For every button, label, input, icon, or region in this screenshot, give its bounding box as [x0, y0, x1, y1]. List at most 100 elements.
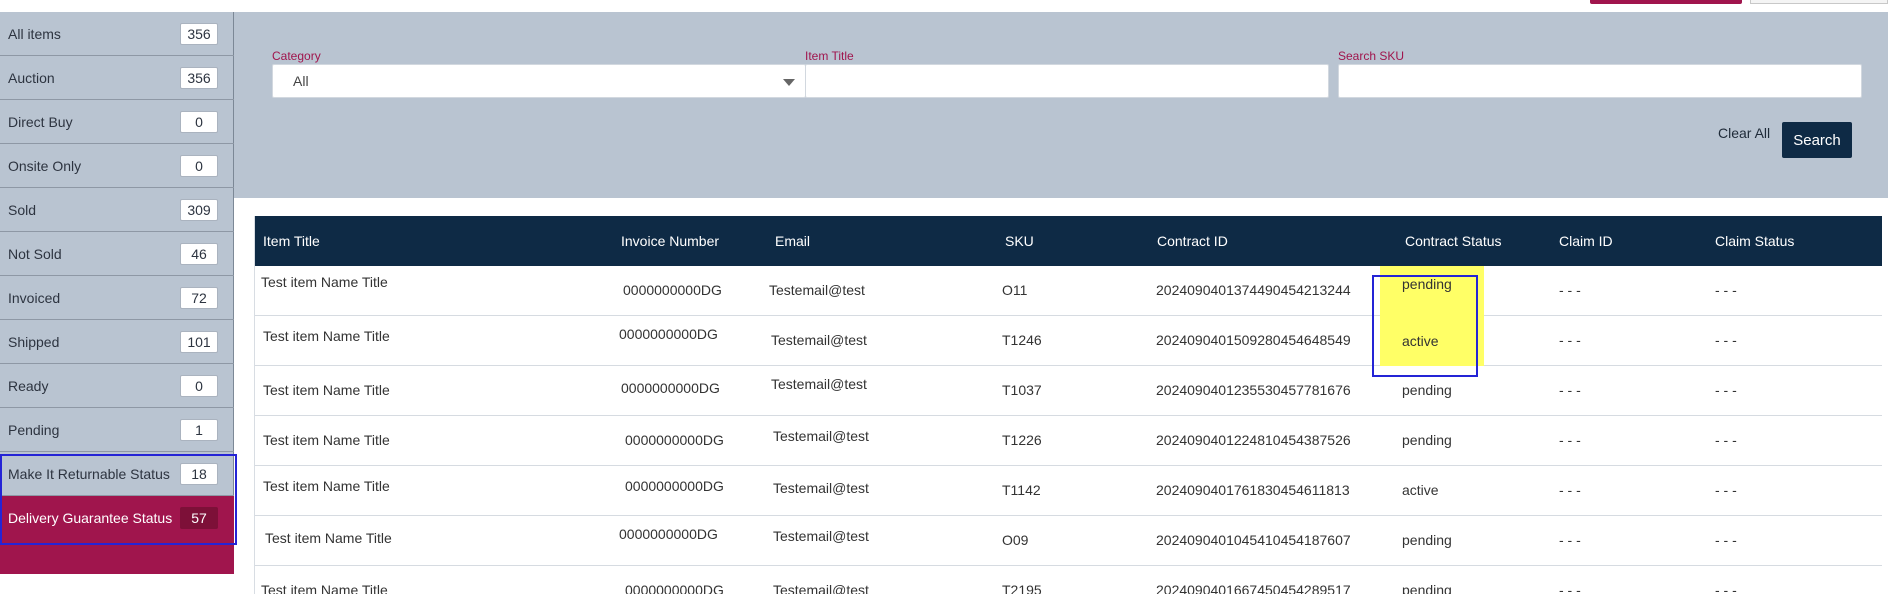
cell-claim-id: - - -: [1559, 282, 1581, 298]
sidebar-item-all-items[interactable]: All items 356: [0, 12, 234, 56]
sidebar-item-label: Pending: [8, 421, 60, 438]
cell-contract-id: 20240904012248104543​87526: [1156, 432, 1351, 448]
column-header[interactable]: Item Title: [263, 216, 320, 266]
cell-title: Test item Name Title: [265, 530, 392, 546]
cell-title: Test item Name Title: [261, 274, 388, 290]
sidebar-item-auction[interactable]: Auction 356: [0, 56, 234, 100]
cell-invoice: 0000000000DG: [625, 478, 724, 494]
sidebar-item-label: Onsite Only: [8, 157, 82, 174]
cell-title: Test item Name Title: [261, 582, 388, 594]
cell-title: Test item Name Title: [263, 382, 390, 398]
column-header[interactable]: Contract ID: [1157, 216, 1228, 266]
sidebar-item-label: Make It Returnable Status: [8, 465, 170, 482]
column-header[interactable]: Invoice Number: [621, 216, 719, 266]
cell-title: Test item Name Title: [263, 432, 390, 448]
sidebar-item-not-sold[interactable]: Not Sold 46: [0, 232, 234, 276]
cell-sku: T1142: [1002, 482, 1041, 498]
count-badge: 57: [180, 506, 218, 529]
chevron-down-icon: [783, 79, 795, 86]
cell-contract-id: 20240904017618304546​11813: [1156, 482, 1350, 498]
count-badge: 18: [180, 462, 218, 485]
cell-sku: T1037: [1002, 382, 1042, 398]
cell-invoice: 0000000000DG: [625, 432, 724, 448]
count-badge: 0: [180, 110, 218, 133]
cell-claim-id: - - -: [1559, 332, 1581, 348]
column-header[interactable]: Contract Status: [1405, 216, 1502, 266]
cell-invoice: 0000000000DG: [619, 326, 718, 342]
cell-contract-status: pending: [1402, 432, 1452, 448]
cell-invoice: 0000000000DG: [621, 380, 720, 396]
sidebar-item-label: Auction: [8, 69, 55, 86]
cell-email: Testemail@test: [773, 428, 869, 444]
column-header[interactable]: SKU: [1005, 216, 1034, 266]
cell-claim-id: - - -: [1559, 532, 1581, 548]
search-sku-label: Search SKU: [1338, 49, 1405, 63]
sidebar-item-ready[interactable]: Ready 0: [0, 364, 234, 408]
sidebar-item-onsite-only[interactable]: Onsite Only 0: [0, 144, 234, 188]
cell-claim-status: - - -: [1715, 482, 1737, 498]
sidebar-item-label: Direct Buy: [8, 113, 73, 130]
search-button[interactable]: Search: [1782, 122, 1852, 158]
sidebar-item-pending[interactable]: Pending 1: [0, 408, 234, 452]
cell-email: Testemail@test: [771, 332, 867, 348]
count-badge: 0: [180, 374, 218, 397]
count-badge: 309: [180, 198, 218, 221]
sidebar-item-label: Shipped: [8, 333, 60, 350]
sidebar-item-label: All items: [8, 25, 61, 42]
column-header[interactable]: Claim Status: [1715, 216, 1794, 266]
filter-panel: Category All Item Title Search SKU Clear…: [234, 12, 1888, 198]
cell-contract-status: pending: [1402, 532, 1452, 548]
column-header[interactable]: Email: [775, 216, 810, 266]
table-row[interactable]: Test item Name Title 0000000000DG Testemai…: [255, 516, 1882, 566]
cell-claim-status: - - -: [1715, 532, 1737, 548]
sidebar-item-shipped[interactable]: Shipped 101: [0, 320, 234, 364]
count-badge: 46: [180, 242, 218, 265]
table-row[interactable]: Test item Name Title 0000000000DG Testemai…: [255, 266, 1882, 316]
cell-title: Test item Name Title: [263, 478, 390, 494]
category-label: Category: [272, 49, 321, 63]
count-badge: 356: [180, 66, 218, 89]
column-header[interactable]: Claim ID: [1559, 216, 1613, 266]
sidebar-item-label: Sold: [8, 201, 37, 218]
cell-email: Testemail@test: [773, 582, 869, 594]
sidebar-item-direct-buy[interactable]: Direct Buy 0: [0, 100, 234, 144]
cell-contract-id: 20240904016674504542​89517: [1156, 582, 1351, 594]
cell-contract-status: active: [1380, 316, 1484, 366]
cell-claim-status: - - -: [1715, 382, 1737, 398]
cell-sku: O11: [1002, 282, 1028, 298]
cell-sku: T2195: [1002, 582, 1042, 594]
item-title-input[interactable]: [805, 64, 1329, 98]
item-title-label: Item Title: [805, 49, 854, 63]
sidebar-item-invoiced[interactable]: Invoiced 72: [0, 276, 234, 320]
clear-all-button[interactable]: Clear All: [1718, 125, 1770, 141]
sidebar-item-make-it-returnable-status[interactable]: Make It Returnable Status 18: [0, 452, 234, 496]
table-row[interactable]: Test item Name Title 0000000000DG Testemai…: [255, 466, 1882, 516]
cell-claim-id: - - -: [1559, 382, 1581, 398]
sidebar-item-label: Delivery Guarantee Status: [8, 509, 173, 526]
page: All items 356 Auction 356 Direct Buy 0 Onsite …: [0, 0, 1888, 594]
table-row[interactable]: Test item Name Title 0000000000DG Testemai…: [255, 316, 1882, 366]
sidebar-item-delivery-guarantee-status[interactable]: Delivery Guarantee Status 57: [0, 496, 234, 540]
top-primary-button[interactable]: [1590, 0, 1742, 4]
table-row[interactable]: Test item Name Title 0000000000DG Testemai…: [255, 416, 1882, 466]
search-sku-input[interactable]: [1338, 64, 1862, 98]
top-toolbar: [0, 0, 1888, 12]
cell-contract-status: pending: [1402, 582, 1452, 594]
table-row[interactable]: Test item Name Title 0000000000DG Testemai…: [255, 566, 1882, 594]
cell-contract-id: 20240904010454104541​87607: [1156, 532, 1351, 548]
cell-claim-status: - - -: [1715, 432, 1737, 448]
sidebar-item-sold[interactable]: Sold 309: [0, 188, 234, 232]
sidebar-item-label: Invoiced: [8, 289, 61, 306]
cell-claim-id: - - -: [1559, 582, 1581, 594]
cell-contract-status: pending: [1380, 266, 1484, 316]
cell-contract-status: active: [1402, 482, 1439, 498]
table-row[interactable]: Test item Name Title 0000000000DG Testemai…: [255, 366, 1882, 416]
cell-title: Test item Name Title: [263, 328, 390, 344]
cell-claim-id: - - -: [1559, 482, 1581, 498]
cell-contract-id: 20240904015092804546​48549: [1156, 332, 1351, 348]
count-badge: 356: [180, 22, 218, 45]
top-secondary-button[interactable]: [1750, 0, 1888, 4]
count-badge: 1: [180, 418, 218, 441]
category-select[interactable]: All: [272, 64, 806, 98]
cell-contract-id: 20240904012355304577​81676: [1156, 382, 1351, 398]
